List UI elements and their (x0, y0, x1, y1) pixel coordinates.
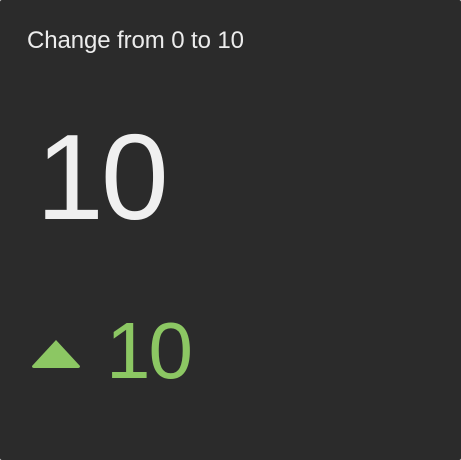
main-value: 10 (36, 109, 169, 245)
triangle-up-icon (32, 340, 80, 368)
triangle-up-shape (32, 340, 80, 368)
card-title: Change from 0 to 10 (27, 27, 244, 54)
kpi-card: Change from 0 to 10 10 10 (0, 0, 461, 460)
delta-value: 10 (106, 306, 193, 395)
delta-indicator: 10 (32, 306, 193, 395)
